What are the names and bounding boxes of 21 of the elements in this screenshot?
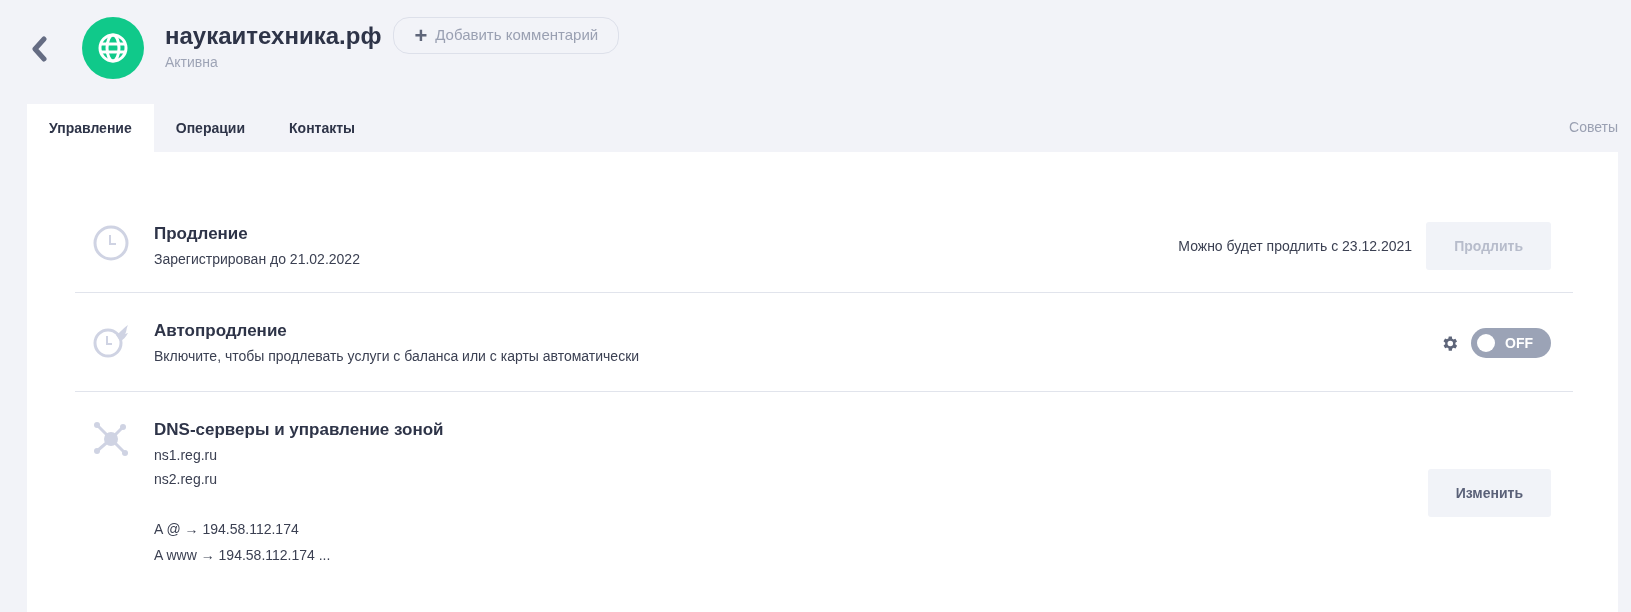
section-text: Включите, чтобы продлевать услуги с баланса или с карты автоматически <box>154 347 641 366</box>
section-title: DNS-серверы и управление зоной <box>154 419 445 441</box>
tab[interactable]: Контакты <box>267 104 378 152</box>
action-button[interactable]: Изменить <box>1427 469 1551 517</box>
dns-record: A @ → 194.58.112.174 <box>154 520 300 539</box>
tab[interactable]: Операции <box>153 104 268 152</box>
section-text: ns2.reg.ru <box>154 470 219 489</box>
section-text: Зарегистрирован до 21.02.2022 <box>154 250 361 269</box>
section-title: Продление <box>154 223 249 245</box>
section-text: ns1.reg.ru <box>154 446 219 465</box>
dns-record: A www → 194.58.112.174 ... <box>154 546 332 565</box>
add-comment-button[interactable]: + Добавить комментарий <box>393 17 620 54</box>
domain-title: наукаитехника.рф <box>165 20 382 51</box>
back-chevron-icon[interactable] <box>29 36 49 62</box>
renewal-note: Можно будет продлить с 23.12.2021 <box>1178 236 1413 256</box>
section-title: Автопродление <box>154 320 288 342</box>
domain-status: Активна <box>165 53 219 72</box>
tab[interactable]: Управление <box>27 104 154 152</box>
network-hub-icon <box>92 420 130 458</box>
globe-icon <box>97 32 129 64</box>
clock-icon <box>92 224 130 262</box>
